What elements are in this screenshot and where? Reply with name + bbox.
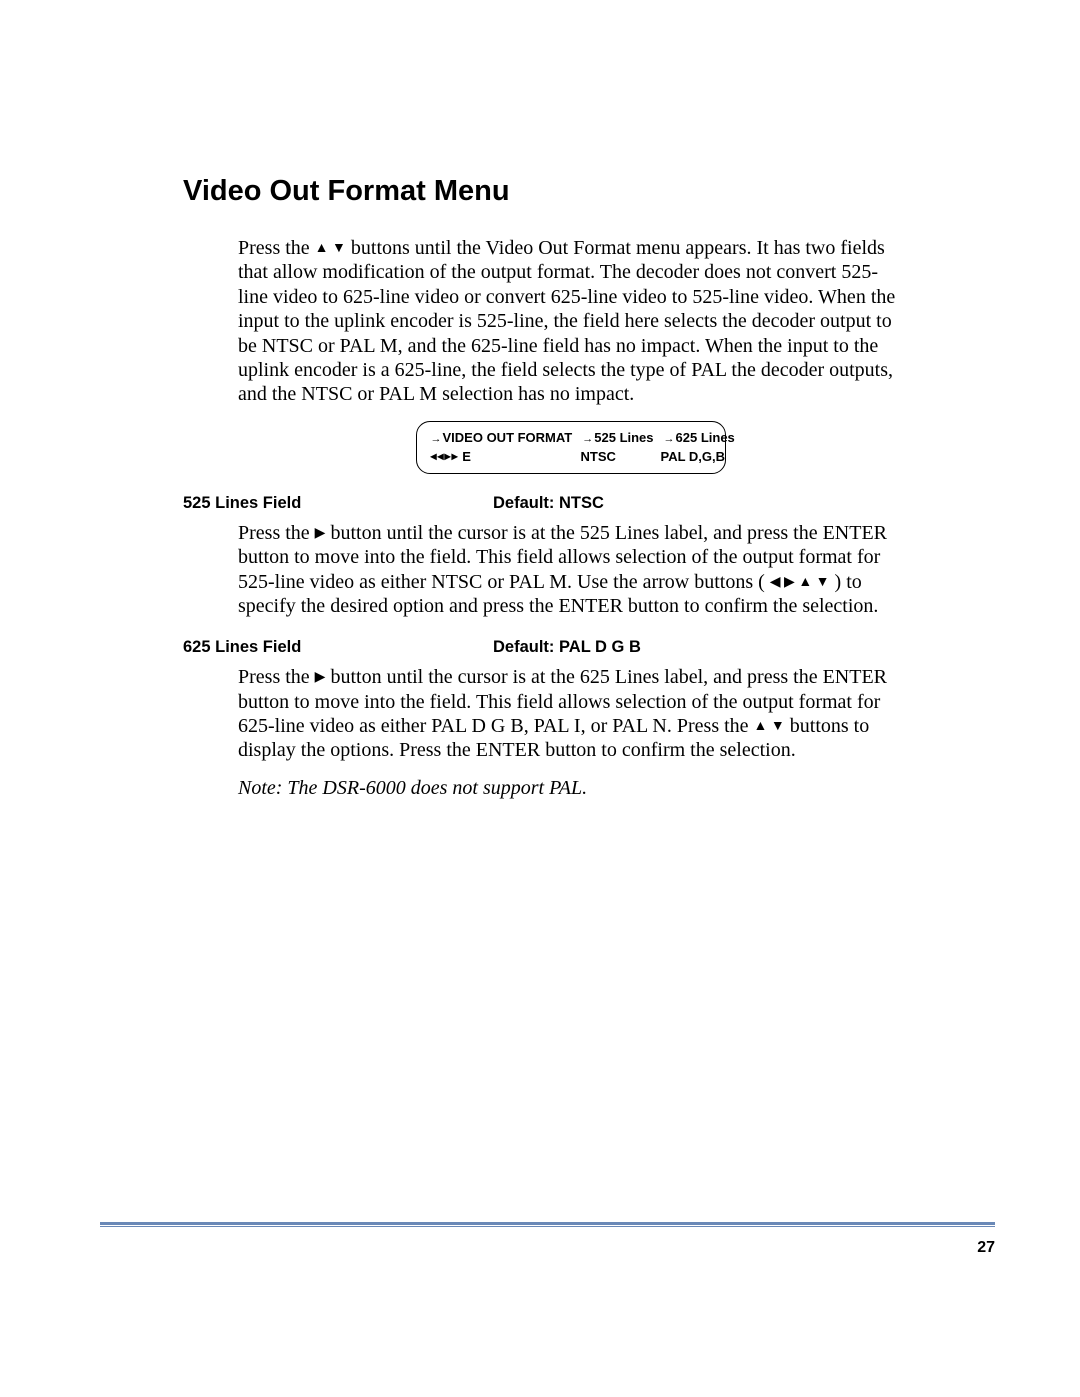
lcd-r2-c3: PAL D,G,B (661, 447, 731, 467)
lcd-r1-c3: →625 Lines (664, 428, 735, 448)
lcd-r1-c2: →525 Lines (582, 428, 653, 448)
f625-t1: Press the (238, 666, 315, 688)
lcd-diagram-wrap: →VIDEO OUT FORMAT →525 Lines →625 Lines … (238, 421, 903, 474)
field-625-label: 625 Lines Field (183, 638, 493, 657)
up-down-icon: ▲ ▼ (315, 241, 346, 256)
all-arrows-icon: ◀ ▶ ▲ ▼ (770, 575, 830, 590)
page-number: 27 (977, 1239, 995, 1257)
intro-text-2: buttons until the Video Out Format menu … (238, 237, 895, 405)
footer-rule (100, 1222, 995, 1227)
lcd-diagram: →VIDEO OUT FORMAT →525 Lines →625 Lines … (416, 421, 726, 474)
field-525-paragraph: Press the ▶ button until the cursor is a… (238, 521, 903, 619)
section-title: Video Out Format Menu (183, 175, 953, 208)
intro-text-1: Press the (238, 237, 315, 259)
arrow-right-icon: → (431, 433, 442, 445)
arrow-right-icon: → (582, 433, 593, 445)
f525-t1: Press the (238, 522, 315, 544)
field-525-default: Default: NTSC (493, 494, 604, 513)
field-525-header: 525 Lines Field Default: NTSC (183, 494, 953, 513)
intro-block: Press the ▲ ▼ buttons until the Video Ou… (238, 236, 903, 474)
right-arrow-icon: ▶ (315, 526, 326, 541)
nav-arrows-icon: ◂◂▸▸ (431, 449, 459, 463)
field-525-body: Press the ▶ button until the cursor is a… (238, 521, 903, 619)
content-area: Video Out Format Menu Press the ▲ ▼ butt… (183, 175, 953, 800)
field-525-label: 525 Lines Field (183, 494, 493, 513)
field-625-default: Default: PAL D G B (493, 638, 641, 657)
lcd-r2-c1-e: E (459, 449, 471, 464)
right-arrow-icon: ▶ (315, 670, 326, 685)
lcd-r2-c2: NTSC (581, 447, 651, 467)
field-625-paragraph: Press the ▶ button until the cursor is a… (238, 665, 903, 763)
lcd-r1-c3-text: 625 Lines (676, 430, 735, 445)
note-text: Note: The DSR-6000 does not support PAL. (238, 777, 903, 800)
lcd-row-1: →VIDEO OUT FORMAT →525 Lines →625 Lines (431, 428, 707, 448)
lcd-r1-c2-text: 525 Lines (594, 430, 653, 445)
up-down-icon: ▲ ▼ (754, 719, 785, 734)
field-625-header: 625 Lines Field Default: PAL D G B (183, 638, 953, 657)
lcd-r1-c1-text: VIDEO OUT FORMAT (443, 430, 573, 445)
arrow-right-icon: → (664, 433, 675, 445)
intro-paragraph: Press the ▲ ▼ buttons until the Video Ou… (238, 236, 903, 407)
lcd-row-2: ◂◂▸▸ E NTSC PAL D,G,B (431, 447, 707, 467)
document-page: Video Out Format Menu Press the ▲ ▼ butt… (0, 0, 1080, 1397)
lcd-r2-c1: ◂◂▸▸ E (431, 447, 571, 467)
lcd-r1-c1: →VIDEO OUT FORMAT (431, 428, 573, 448)
field-625-body: Press the ▶ button until the cursor is a… (238, 665, 903, 800)
